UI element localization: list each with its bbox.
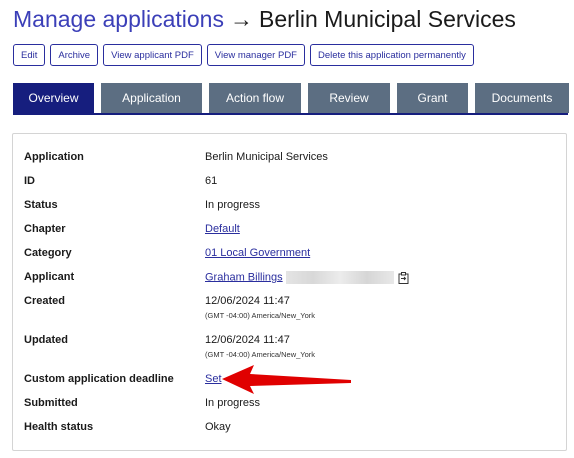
detail-label: Custom application deadline: [24, 373, 174, 385]
delete-application-button[interactable]: Delete this application permanently: [310, 44, 474, 66]
detail-value: In progress: [205, 397, 261, 409]
application-name-heading: Berlin Municipal Services: [258, 6, 516, 32]
tab-grant[interactable]: Grant: [397, 83, 468, 113]
tab-action-flow[interactable]: Action flow: [209, 83, 301, 113]
tab-documents[interactable]: Documents: [475, 83, 569, 113]
tab-bar: Overview Application Action flow Review …: [13, 83, 569, 113]
detail-value: Berlin Municipal Services: [205, 151, 328, 163]
tab-review[interactable]: Review: [308, 83, 390, 113]
page-title: Manage applications → Berlin Municipal S…: [13, 6, 516, 38]
redacted-email: [285, 271, 394, 284]
detail-label: Updated: [24, 334, 68, 346]
updated-datetime: 12/06/2024 11:47: [205, 334, 290, 346]
created-value: 12/06/2024 11:47 (GMT -04:00) America/Ne…: [205, 295, 315, 320]
detail-label: Submitted: [24, 397, 78, 409]
detail-value: In progress: [205, 199, 261, 211]
applicant-value: Graham Billings: [205, 271, 409, 284]
chapter-link[interactable]: Default: [205, 223, 240, 235]
detail-value: 61: [205, 175, 218, 187]
created-timezone: (GMT -04:00) America/New_York: [205, 311, 316, 320]
view-applicant-pdf-button[interactable]: View applicant PDF: [103, 44, 202, 66]
action-buttons: Edit Archive View applicant PDF View man…: [13, 44, 474, 66]
tab-underline: [13, 113, 568, 115]
category-link[interactable]: 01 Local Government: [205, 247, 310, 259]
detail-label: Created: [24, 295, 65, 307]
tab-overview[interactable]: Overview: [13, 83, 94, 113]
detail-label: Health status: [24, 421, 94, 433]
overview-panel: Application Berlin Municipal Services ID…: [12, 133, 567, 451]
detail-label: Category: [24, 247, 72, 259]
applicant-link[interactable]: Graham Billings: [205, 271, 283, 283]
detail-label: ID: [24, 175, 35, 187]
red-arrow-annotation-icon: [222, 365, 351, 394]
edit-button[interactable]: Edit: [13, 44, 46, 66]
archive-button[interactable]: Archive: [50, 44, 99, 66]
view-manager-pdf-button[interactable]: View manager PDF: [206, 44, 305, 66]
detail-value: Okay: [205, 421, 231, 433]
tab-application[interactable]: Application: [101, 83, 202, 113]
breadcrumb-arrow: →: [229, 6, 253, 32]
detail-label: Application: [24, 151, 84, 163]
detail-label: Status: [24, 199, 58, 211]
clipboard-icon[interactable]: [398, 271, 409, 284]
updated-value: 12/06/2024 11:47 (GMT -04:00) America/Ne…: [205, 334, 315, 359]
detail-label: Applicant: [24, 271, 75, 283]
created-datetime: 12/06/2024 11:47: [205, 295, 290, 307]
detail-label: Chapter: [24, 223, 66, 235]
updated-timezone: (GMT -04:00) America/New_York: [205, 350, 316, 359]
manage-applications-link[interactable]: Manage applications: [13, 6, 224, 33]
